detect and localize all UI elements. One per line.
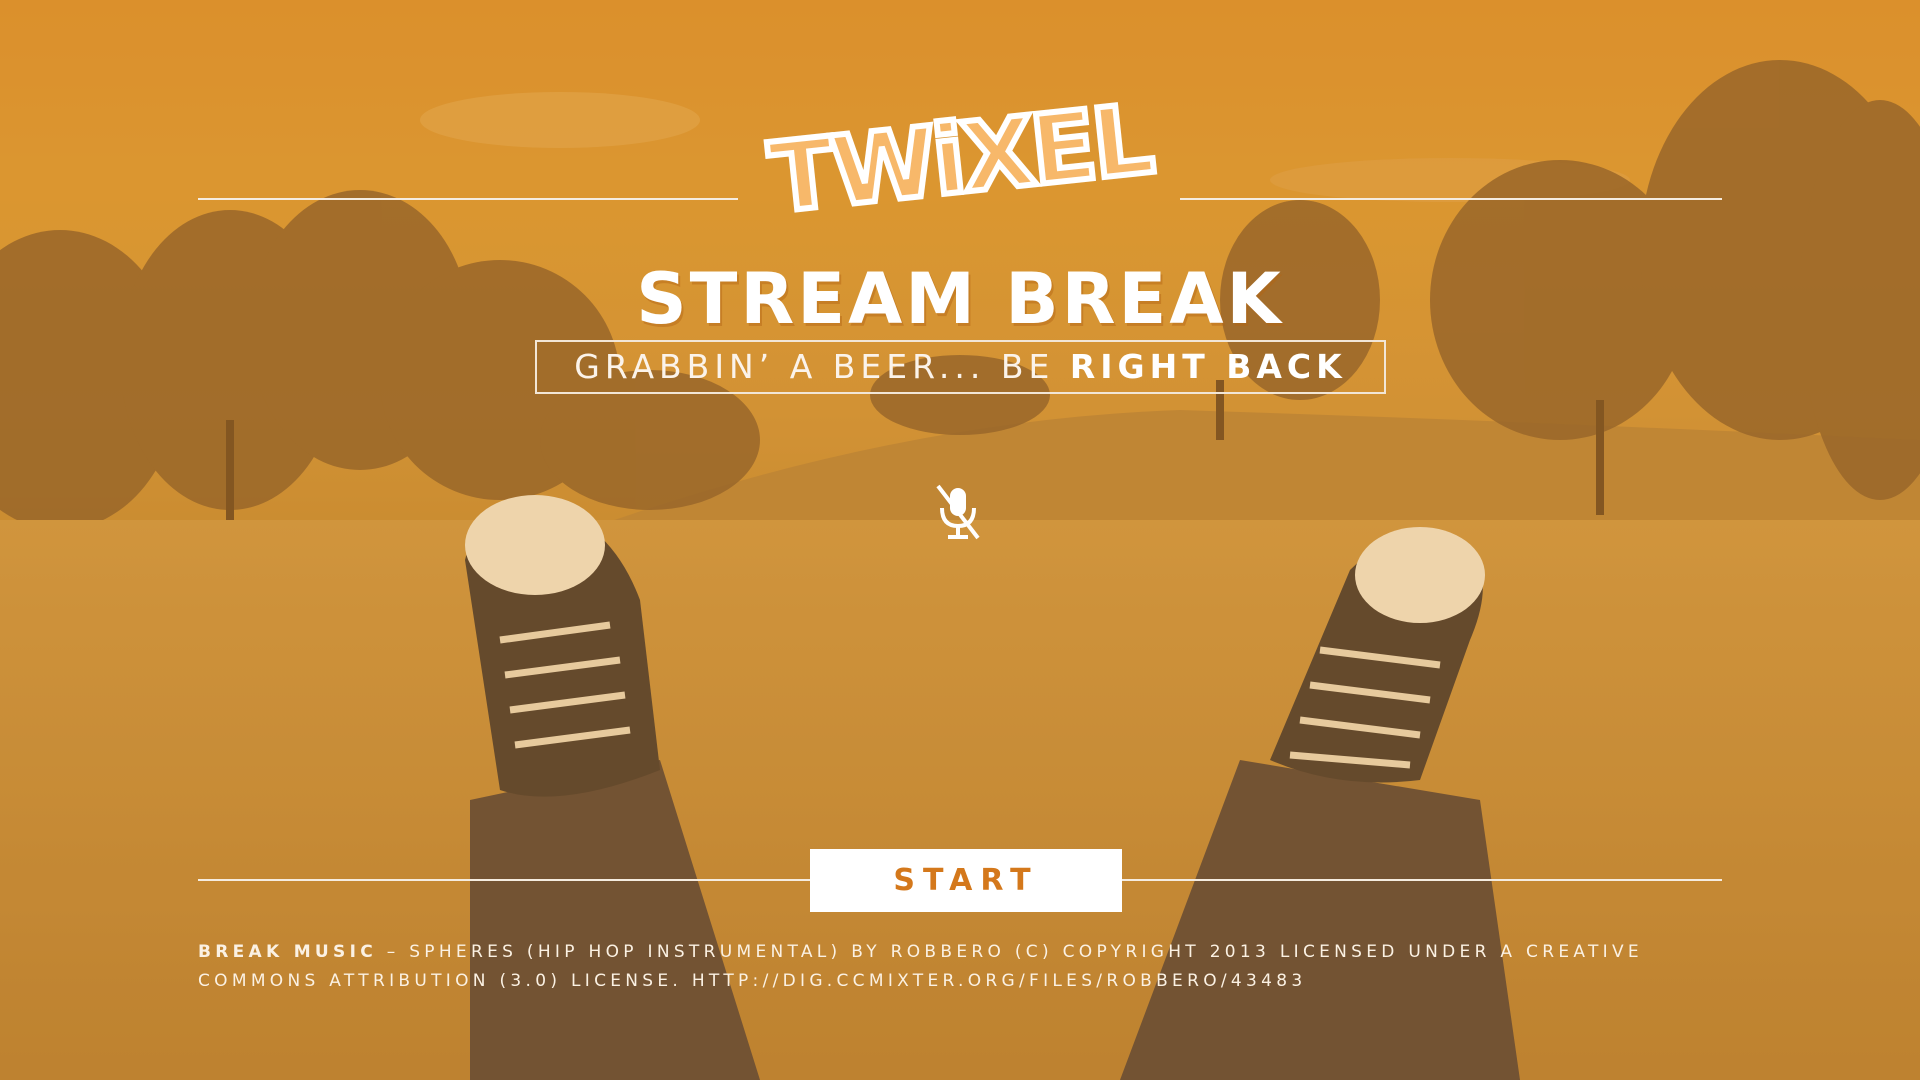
svg-text:TWiXEL: TWiXEL — [764, 92, 1156, 232]
top-divider-left — [198, 198, 738, 200]
top-divider-right — [1180, 198, 1722, 200]
start-button[interactable]: START — [810, 849, 1122, 912]
subtitle-banner: GRABBIN’ A BEER... BE RIGHT BACK — [535, 340, 1386, 394]
subtitle-emphasis: RIGHT BACK — [1069, 347, 1347, 386]
subtitle-prefix: GRABBIN’ A BEER... BE — [574, 347, 1070, 386]
bottom-divider-left — [198, 879, 810, 881]
credits-label: BREAK MUSIC — [198, 942, 377, 962]
subtitle-text: GRABBIN’ A BEER... BE RIGHT BACK — [574, 347, 1346, 386]
music-credits: BREAK MUSIC – SPHERES (HIP HOP INSTRUMEN… — [198, 938, 1758, 996]
twixel-logo: TWiXEL — [761, 92, 1159, 232]
microphone-muted-icon — [936, 484, 980, 540]
credits-text: – SPHERES (HIP HOP INSTRUMENTAL) BY ROBB… — [198, 942, 1643, 991]
bottom-divider-right — [1122, 879, 1722, 881]
page-title: STREAM BREAK — [636, 258, 1284, 340]
